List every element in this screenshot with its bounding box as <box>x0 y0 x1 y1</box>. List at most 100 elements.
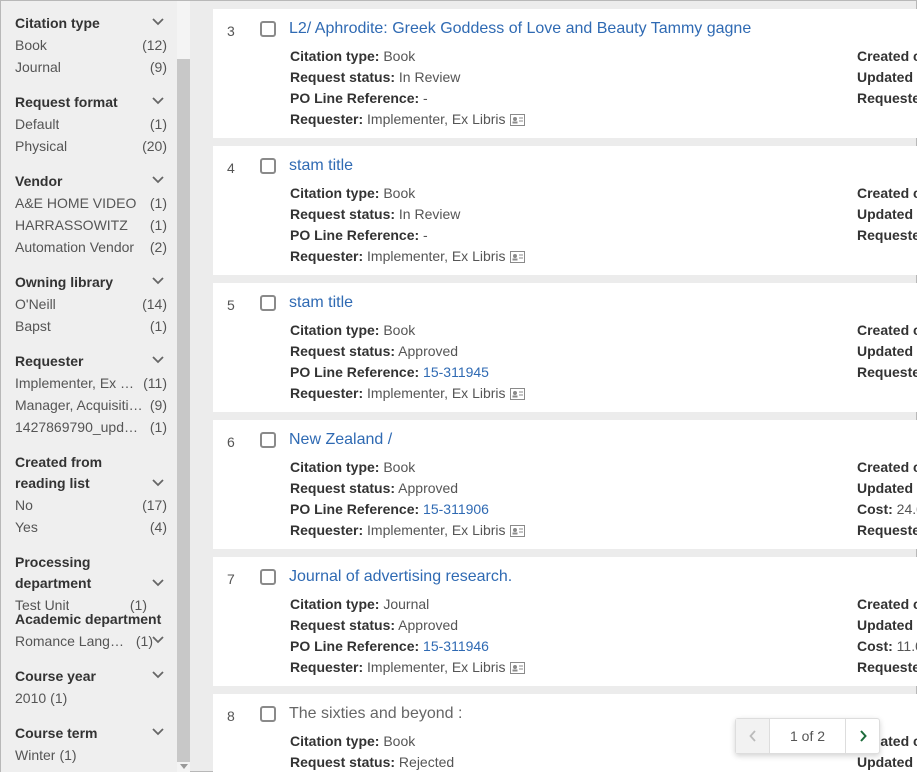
sidebar-scrollbar-thumb[interactable] <box>177 59 190 762</box>
facet-item-label: Book <box>15 37 47 53</box>
chevron-down-icon[interactable] <box>151 670 165 680</box>
chevron-down-icon[interactable] <box>151 276 165 286</box>
facet-header[interactable]: Processing department <box>15 552 167 594</box>
field-label: Request status: <box>290 69 396 85</box>
result-meta: Created c Updated c Requeste <box>857 183 917 246</box>
citation-type-field: Citation type: Book <box>290 183 525 204</box>
facet-item[interactable]: 2010 (1) <box>15 687 167 709</box>
requester-field: Requester: Implementer, Ex Libris <box>290 109 525 130</box>
contact-card-icon[interactable] <box>509 525 525 537</box>
facet-item[interactable]: Bapst (1) <box>15 315 167 337</box>
facet-item-label: No <box>15 497 33 513</box>
facet-academic-department: Academic department Romance Lang… (1) <box>15 609 167 652</box>
facet-item[interactable]: A&E HOME VIDEO (1) <box>15 192 167 214</box>
facet-item-label: Automation Vendor <box>15 239 135 255</box>
facet-item[interactable]: 1427869790_upd… (1) <box>15 416 167 438</box>
chevron-down-icon[interactable] <box>151 578 165 588</box>
chevron-down-icon[interactable] <box>151 355 165 365</box>
cost-label: Cost: <box>857 638 893 654</box>
result-fields: Citation type: Journal Request status: A… <box>290 594 525 678</box>
facet-header[interactable]: Owning library <box>15 272 167 293</box>
po-line-link[interactable]: 15-311906 <box>423 501 489 517</box>
facet-item-label: HARRASSOWITZ <box>15 217 128 233</box>
po-line-link[interactable]: 15-311945 <box>423 364 489 380</box>
field-label: Request status: <box>290 754 396 770</box>
facet-header[interactable]: Course term <box>15 723 167 744</box>
contact-card-icon[interactable] <box>509 251 525 263</box>
scroll-down-arrow-icon[interactable] <box>180 764 188 770</box>
facet-item[interactable]: Default (1) <box>15 113 167 135</box>
facet-item[interactable]: Book (12) <box>15 34 167 56</box>
cost-value: 24.0 <box>896 501 917 517</box>
facet-item-count: (2) <box>149 239 167 255</box>
facet-item-label: Physical <box>15 138 68 154</box>
facet-item-label: Default <box>15 116 60 132</box>
result-checkbox[interactable] <box>260 295 276 311</box>
result-title-link[interactable]: New Zealand / <box>289 431 392 449</box>
result-title-link[interactable]: L2/ Aphrodite: Greek Goddess of Love and… <box>289 20 751 38</box>
contact-card-icon[interactable] <box>509 662 525 674</box>
facet-title: Academic department <box>15 611 162 627</box>
facet-header[interactable]: Academic department <box>15 609 167 644</box>
result-row: 7 Journal of advertising research. Citat… <box>213 557 917 686</box>
field-label: Requester: <box>290 659 364 675</box>
request-status-field: Request status: In Review <box>290 67 525 88</box>
facet-title: Created from reading list <box>15 454 103 491</box>
field-label: Request status: <box>290 480 396 496</box>
facet-item[interactable]: Yes (4) <box>15 516 167 538</box>
facet-header[interactable]: Requester <box>15 351 167 372</box>
facet-item-label: Bapst <box>15 318 51 334</box>
facet-item[interactable]: Journal (9) <box>15 56 167 78</box>
chevron-down-icon[interactable] <box>151 727 165 737</box>
chevron-down-icon[interactable] <box>151 635 165 645</box>
chevron-down-icon[interactable] <box>151 96 165 106</box>
facet-item[interactable]: Implementer, Ex … (11) <box>15 372 167 394</box>
cost-field: Cost: 24.0 <box>857 499 917 520</box>
result-fields: Citation type: Book Request status: In R… <box>290 46 525 130</box>
facet-requester: Requester Implementer, Ex … (11) Manager,… <box>15 351 167 438</box>
facet-item[interactable]: Manager, Acquisiti… (9) <box>15 394 167 416</box>
previous-page-button[interactable] <box>736 719 770 753</box>
facet-item[interactable]: HARRASSOWITZ (1) <box>15 214 167 236</box>
result-title-link[interactable]: stam title <box>289 157 353 175</box>
po-line-link[interactable]: 15-311946 <box>423 638 489 654</box>
contact-card-icon[interactable] <box>509 114 525 126</box>
result-checkbox[interactable] <box>260 158 276 174</box>
chevron-down-icon[interactable] <box>151 17 165 27</box>
next-page-button[interactable] <box>845 719 879 753</box>
chevron-left-icon <box>748 730 756 742</box>
result-meta: Created c Updated c Cost: 11.0 Requeste <box>857 594 917 678</box>
result-checkbox[interactable] <box>260 432 276 448</box>
facet-header[interactable]: Course year <box>15 666 167 687</box>
result-title-link[interactable]: stam title <box>289 294 353 312</box>
facet-course-year: Course year 2010 (1) <box>15 666 167 709</box>
result-title-link[interactable]: The sixties and beyond : <box>289 705 462 723</box>
facet-item[interactable]: No (17) <box>15 494 167 516</box>
facet-item[interactable]: Winter (1) <box>15 744 167 766</box>
result-checkbox[interactable] <box>260 21 276 37</box>
result-title-link[interactable]: Journal of advertising research. <box>289 568 512 586</box>
field-label: PO Line Reference: <box>290 90 420 106</box>
chevron-down-icon[interactable] <box>151 478 165 488</box>
facet-item-count: (20) <box>142 138 167 154</box>
facet-item-count: (14) <box>142 296 167 312</box>
result-checkbox[interactable] <box>260 569 276 585</box>
facet-citation-type: Citation type Book (12) Journal (9) <box>15 13 167 78</box>
result-checkbox[interactable] <box>260 706 276 722</box>
facet-header[interactable]: Request format <box>15 92 167 113</box>
chevron-down-icon[interactable] <box>151 175 165 185</box>
result-row: 6 New Zealand / Citation type: Book Requ… <box>213 420 917 549</box>
facet-item[interactable]: Automation Vendor (2) <box>15 236 167 258</box>
field-label: Request status: <box>290 206 396 222</box>
field-value: Rejected <box>398 754 455 770</box>
facet-item[interactable]: Romance Lang… (1) <box>15 630 167 652</box>
facet-header[interactable]: Vendor <box>15 171 167 192</box>
facet-header[interactable]: Citation type <box>15 13 167 34</box>
requester-label: Requeste <box>857 90 917 106</box>
pagination-control: 1 of 2 <box>735 718 880 754</box>
facet-header[interactable]: Created from reading list <box>15 452 167 494</box>
facet-item-label: Winter <box>15 747 56 763</box>
contact-card-icon[interactable] <box>509 388 525 400</box>
facet-item[interactable]: Physical (20) <box>15 135 167 157</box>
facet-item[interactable]: O'Neill (14) <box>15 293 167 315</box>
